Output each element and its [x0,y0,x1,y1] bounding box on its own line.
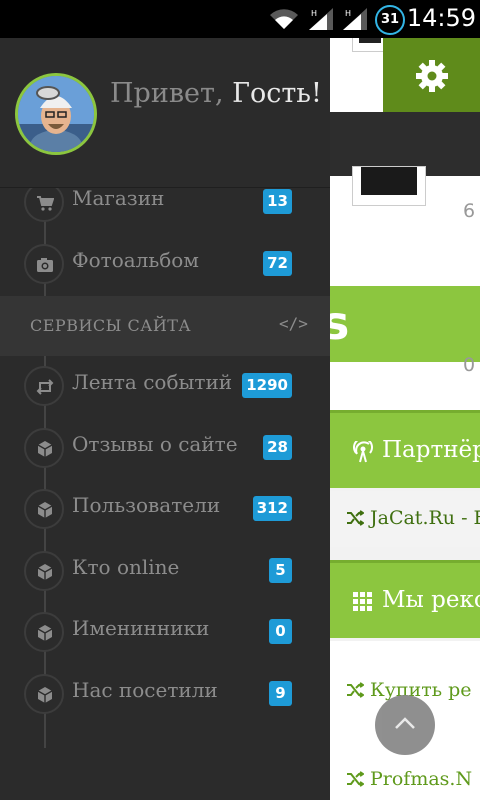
menu-item-visitors[interactable]: Нас посетили 9 [0,666,330,726]
settings-button[interactable] [383,38,480,112]
signal-icon: H [309,8,333,30]
section-header-services: СЕРВИСЫ САЙТА </> [0,296,330,356]
recommend-link[interactable]: Купить ре [370,679,472,701]
recommend-link[interactable]: Profmas.N [370,768,472,790]
cube-icon [37,502,53,518]
count-badge: 13 [263,189,292,214]
menu-item-events[interactable]: Лента событий 1290 [0,358,330,418]
count-badge: 5 [269,558,292,583]
count-badge: 72 [263,251,292,276]
grid-icon [353,592,372,611]
partners-header: Партнёр [330,410,480,488]
user-photo [18,76,94,152]
signal-icon: H [343,8,367,30]
menu-item-online[interactable]: Кто online 5 [0,543,330,603]
drawer-header: Привет, Гость! [0,38,330,188]
gear-icon [416,60,448,92]
shuffle-icon [347,682,364,698]
menu-item-reviews[interactable]: Отзывы о сайте 28 [0,420,330,480]
recommend-header: Мы реко [330,560,480,638]
wifi-icon [270,9,298,29]
greeting: Привет, Гость! [110,78,322,109]
cube-icon [37,687,53,703]
navigation-drawer: Привет, Гость! Магазин 13 Фотоальбом 72 … [0,38,330,800]
code-icon: </> [279,314,308,333]
count-badge: 9 [269,681,292,706]
shuffle-icon [347,771,364,787]
user-name[interactable]: Гость! [232,78,322,109]
menu-item-users[interactable]: Пользователи 312 [0,481,330,541]
scroll-to-top-button[interactable] [375,695,435,755]
menu-item-photoalbum[interactable]: Фотоальбом 72 [0,236,330,296]
broadcast-icon [353,441,373,463]
status-bar: H H 31 14:59 [0,0,480,38]
svg-text:H: H [345,9,351,18]
background-page: 6 s 0 Партнёр JaCat.Ru - E Мы реко Купит… [330,38,480,800]
count-label: 6 [463,200,476,222]
thumbnail[interactable] [352,166,426,206]
cube-icon [37,564,53,580]
cube-icon [37,625,53,641]
cart-icon [37,196,54,211]
count-badge: 0 [269,619,292,644]
avatar[interactable] [15,73,97,155]
count-badge: 1290 [242,373,292,398]
svg-text:H: H [311,9,317,18]
chevron-up-icon [395,717,415,729]
partner-link[interactable]: JaCat.Ru - E [330,491,480,547]
cube-icon [37,441,53,457]
clock: 14:59 [406,4,476,32]
camera-icon [37,258,53,272]
retweet-icon [36,379,54,395]
menu-item-birthdays[interactable]: Именинники 0 [0,604,330,664]
count-badge: 312 [252,496,292,521]
calendar-icon: 31 [375,5,405,35]
shuffle-icon [347,510,364,526]
count-badge: 28 [263,435,292,460]
green-banner: s [330,286,480,362]
count-label: 0 [463,354,476,376]
